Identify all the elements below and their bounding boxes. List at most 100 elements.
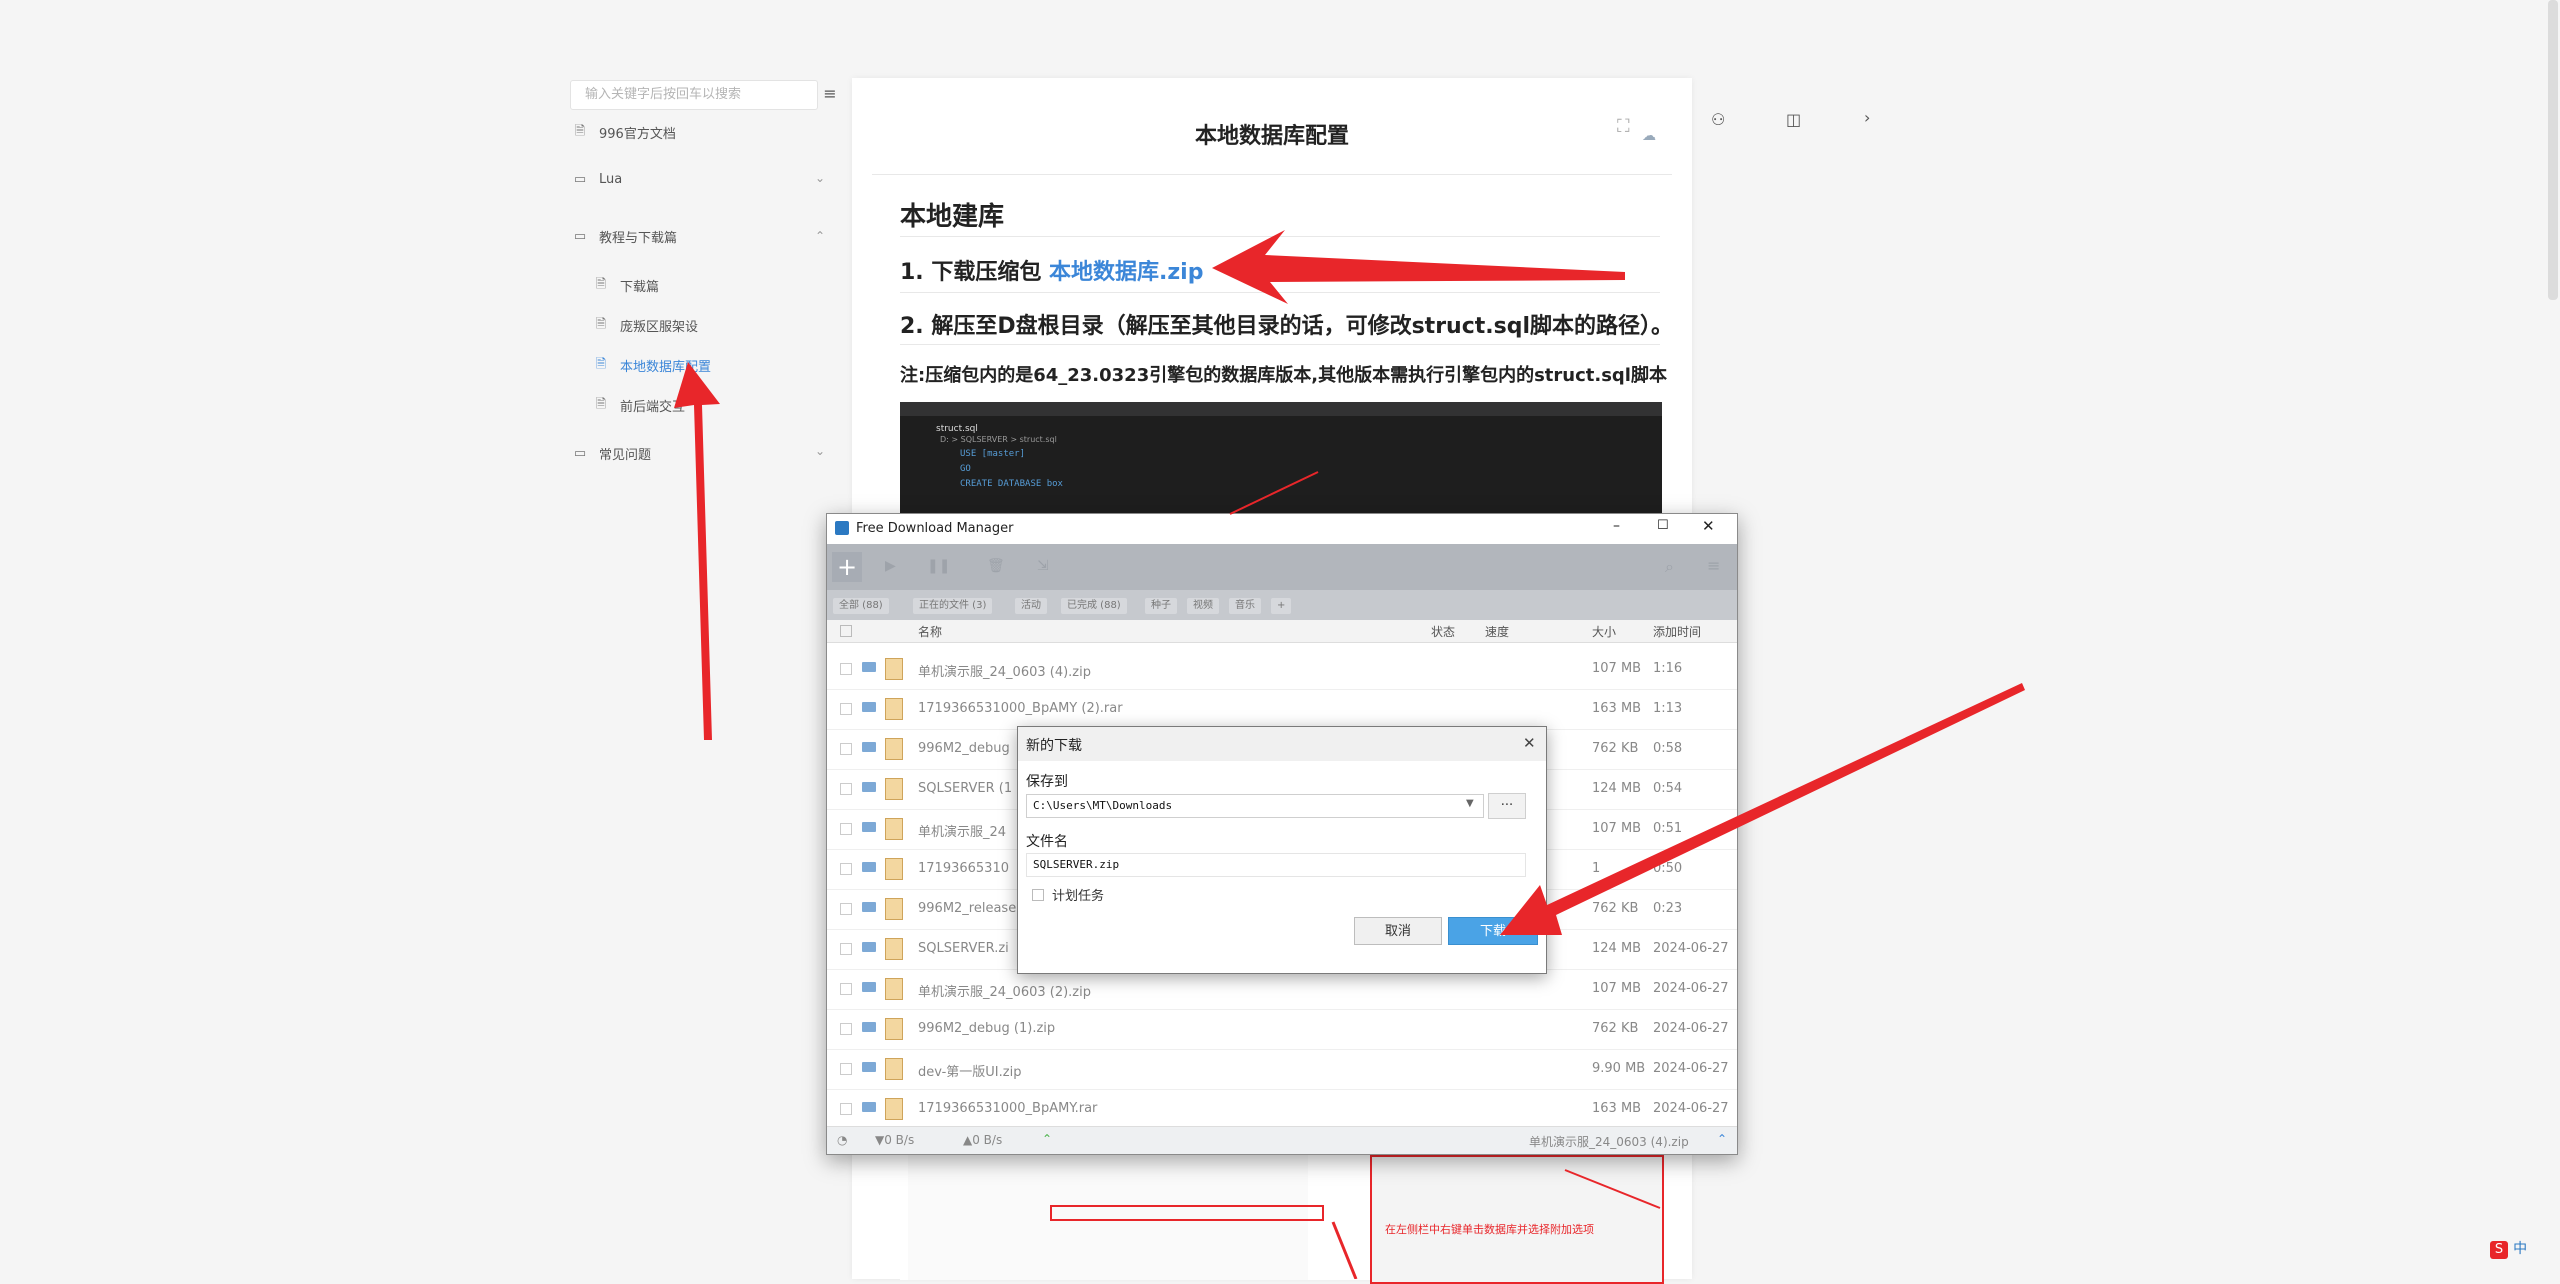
add-filter-icon[interactable]: +	[1271, 598, 1292, 614]
move-icon[interactable]: ⇲	[1037, 558, 1049, 574]
file-size: 762 KB	[1592, 741, 1639, 756]
maximize-icon[interactable]: ☐	[1657, 518, 1669, 533]
sidebar-item-local-db[interactable]: 🗎 本地数据库配置	[594, 356, 711, 376]
delete-icon[interactable]: 🗑	[987, 558, 1005, 574]
table-row[interactable]: 单机演示服_24_0603 (4).zip 107 MB 1:16	[827, 649, 1737, 690]
folder-icon[interactable]	[862, 742, 876, 752]
code-line: USE [master]	[960, 449, 1026, 459]
folder-icon[interactable]	[862, 702, 876, 712]
column-status[interactable]: 状态	[1431, 623, 1455, 640]
row-checkbox[interactable]	[840, 1103, 852, 1115]
sidebar-item-frontend-backend[interactable]: 🗎 前后端交互	[594, 396, 686, 416]
search-input[interactable]: 输入关键字后按回车以搜索	[570, 80, 818, 110]
filename-input[interactable]: SQLSERVER.zip	[1026, 853, 1526, 877]
row-checkbox[interactable]	[840, 783, 852, 795]
file-size: 163 MB	[1592, 701, 1642, 716]
folder-icon[interactable]	[862, 982, 876, 992]
fdm-toolbar: + ▶ ❚❚ 🗑 ⇲ ⌕ ≡	[827, 544, 1737, 590]
file-name: 996M2_debug	[918, 741, 1010, 756]
filter-active[interactable]: 活动	[1015, 598, 1047, 614]
row-checkbox[interactable]	[840, 903, 852, 915]
fullscreen-icon[interactable]: ⛶	[1617, 116, 1630, 137]
row-checkbox[interactable]	[840, 703, 852, 715]
menu-icon[interactable]: ≡	[822, 84, 838, 104]
menu-icon[interactable]: ≡	[1707, 556, 1720, 575]
column-name[interactable]: 名称	[918, 623, 942, 640]
folder-icon[interactable]	[862, 1062, 876, 1072]
attach-dialog-panel	[1370, 1155, 1664, 1284]
row-checkbox[interactable]	[840, 823, 852, 835]
filter-completed[interactable]: 已完成 (88)	[1061, 598, 1127, 614]
folder-icon[interactable]	[862, 1102, 876, 1112]
column-size[interactable]: 大小	[1592, 623, 1616, 640]
row-checkbox[interactable]	[840, 1023, 852, 1035]
filter-all[interactable]: 全部 (88)	[833, 598, 889, 614]
browse-button[interactable]: ···	[1488, 793, 1526, 819]
table-row[interactable]: dev-第一版UI.zip 9.90 MB 2024-06-27	[827, 1049, 1737, 1090]
table-row[interactable]: 996M2_debug (1).zip 762 KB 2024-06-27	[827, 1009, 1737, 1050]
search-icon[interactable]: ⌕	[1665, 557, 1674, 577]
folder-icon[interactable]	[862, 662, 876, 672]
sidebar-item-tutorials[interactable]: ▭ 教程与下载篇	[573, 227, 677, 246]
chevron-down-icon[interactable]: ▼	[1466, 798, 1474, 809]
pause-icon[interactable]: ❚❚	[927, 558, 950, 574]
download-button[interactable]: 下载	[1448, 917, 1538, 945]
cloud-upload-icon[interactable]: ☁	[1642, 128, 1656, 144]
row-checkbox[interactable]	[840, 983, 852, 995]
row-checkbox[interactable]	[840, 1063, 852, 1075]
sidebar-item-label: 前后端交互	[620, 400, 686, 415]
row-checkbox[interactable]	[840, 743, 852, 755]
user-icon[interactable]: ⚇	[1711, 110, 1725, 129]
divider	[900, 344, 1660, 345]
folder-icon[interactable]	[862, 822, 876, 832]
vscode-screenshot: struct.sql D: > SQLSERVER > struct.sql U…	[900, 402, 1662, 514]
close-icon[interactable]: ✕	[1702, 517, 1715, 535]
chevron-down-icon[interactable]: ⌄	[815, 171, 825, 185]
chevron-up-icon[interactable]: ⌃	[1042, 1132, 1052, 1146]
close-icon[interactable]: ✕	[1523, 734, 1536, 752]
document-icon: 🗎	[595, 356, 607, 372]
chevron-up-icon[interactable]: ⌃	[815, 229, 825, 243]
ime-indicator[interactable]: S 中	[2490, 1238, 2527, 1259]
folder-icon[interactable]	[862, 782, 876, 792]
sidebar-item-lua[interactable]: ▭ Lua	[573, 171, 622, 187]
add-download-icon[interactable]: +	[832, 552, 862, 582]
save-path-input[interactable]: C:\Users\MT\Downloads	[1026, 794, 1484, 818]
folder-icon[interactable]	[862, 902, 876, 912]
column-speed[interactable]: 速度	[1485, 623, 1509, 640]
row-checkbox[interactable]	[840, 943, 852, 955]
file-added: 0:58	[1653, 741, 1683, 756]
table-row[interactable]: 1719366531000_BpAMY (2).rar 163 MB 1:13	[827, 689, 1737, 730]
sidebar-item-downloads[interactable]: 🗎 下载篇	[594, 276, 659, 296]
minimize-icon[interactable]: –	[1613, 518, 1620, 534]
vscode-tab: struct.sql	[936, 424, 978, 434]
chevron-down-icon[interactable]: ⌄	[815, 444, 825, 458]
column-added[interactable]: 添加时间	[1653, 623, 1701, 640]
filter-missing[interactable]: 正在的文件 (3)	[913, 598, 993, 614]
speed-limit-icon[interactable]: ◔	[837, 1133, 847, 1147]
sidebar-item-server-setup[interactable]: 🗎 庞叛区服架设	[594, 316, 698, 336]
bag-icon[interactable]: ◫	[1786, 110, 1801, 129]
sidebar-item-996-docs[interactable]: 🗎 996官方文档	[573, 123, 676, 143]
table-row[interactable]: 1719366531000_BpAMY.rar 163 MB 2024-06-27	[827, 1089, 1737, 1130]
row-checkbox[interactable]	[840, 663, 852, 675]
folder-icon[interactable]	[862, 1022, 876, 1032]
filter-torrent[interactable]: 种子	[1145, 598, 1177, 614]
cancel-button[interactable]: 取消	[1354, 917, 1442, 945]
row-checkbox[interactable]	[840, 863, 852, 875]
filter-video[interactable]: 视频	[1187, 598, 1219, 614]
zip-file-icon	[885, 898, 903, 920]
filter-music[interactable]: 音乐	[1229, 598, 1261, 614]
sidebar-item-label: 996官方文档	[599, 127, 676, 142]
folder-icon[interactable]	[862, 942, 876, 952]
chevron-right-icon[interactable]: ›	[1864, 108, 1870, 127]
chevron-up-icon[interactable]: ⌃	[1717, 1132, 1727, 1146]
select-all-checkbox[interactable]	[840, 625, 852, 637]
scrollbar[interactable]	[2548, 0, 2558, 300]
folder-icon[interactable]	[862, 862, 876, 872]
table-row[interactable]: 单机演示服_24_0603 (2).zip 107 MB 2024-06-27	[827, 969, 1737, 1010]
sidebar-item-faq[interactable]: ▭ 常见问题	[573, 444, 651, 463]
download-zip-link[interactable]: 本地数据库.zip	[1049, 260, 1203, 285]
play-icon[interactable]: ▶	[885, 558, 896, 574]
schedule-checkbox[interactable]	[1032, 889, 1044, 901]
